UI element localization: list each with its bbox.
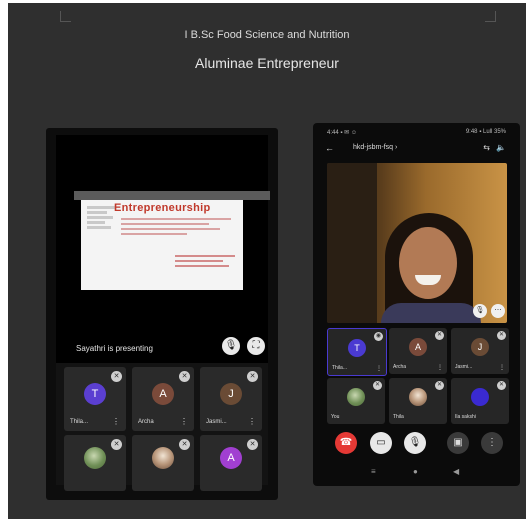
participant-name: Thila... [332,365,348,371]
nav-back-icon[interactable]: ◀ [453,467,459,476]
switch-camera-icon[interactable]: ⇆ [483,143,490,152]
avatar [409,388,427,406]
more-options-icon[interactable]: ⋮ [112,417,120,426]
presenting-label: Sayathri is presenting [76,344,153,353]
participant-name: Jasmi... [455,364,473,370]
participant-tile[interactable]: ✕ T Thila... ⋮ [64,367,126,431]
participant-tile[interactable]: ✕ A [200,435,262,491]
more-options-icon[interactable]: ⋮ [499,364,505,371]
mic-off-icon: ✕ [247,371,258,382]
mic-off-icon: ✕ [247,439,258,450]
mic-off-icon: ✕ [435,381,444,390]
speaker-icon[interactable]: 🔈 [496,143,506,152]
corner-mark [485,11,496,22]
avatar: A [220,447,242,469]
corner-mark [60,11,71,22]
mic-off-icon: ✕ [111,371,122,382]
more-options-icon[interactable]: ⋮ [248,417,256,426]
nav-home-icon[interactable]: ● [413,467,418,476]
mic-toggle-button[interactable]: 🎙 [404,432,426,454]
self-camera-feed: 🎙 ⋯ [327,163,507,323]
avatar [152,447,174,469]
more-options-icon[interactable]: ⋮ [180,417,188,426]
fullscreen-icon[interactable]: ⛶ [247,337,265,355]
participant-name: Jasmi... [206,419,227,425]
phone-camera-view: 4:44 ▪ ✉ ☺ 9:48 ▪ Lull 35% ← hkd-jsbm-fs… [313,123,520,486]
participant-name: Thila... [70,419,89,425]
shared-slide-heading: Entrepreneurship [114,202,211,214]
person-face [399,227,457,299]
participant-tile[interactable]: ✕ [132,435,194,491]
participant-tile[interactable]: ✕ J Jasmi... ⋮ [451,328,509,374]
slide-word-cloud [121,218,231,258]
participant-tile[interactable]: ✕ Thila [389,378,447,424]
avatar: A [409,338,427,356]
phone-presentation-view: Entrepreneurship Sayathri is presenting … [46,128,278,500]
meeting-header: ← hkd-jsbm-fsq › ⇆ 🔈 [313,141,520,157]
slide-note-text [175,255,235,270]
mic-off-icon: ✕ [373,381,382,390]
presentation-stage: Entrepreneurship Sayathri is presenting … [56,135,270,363]
mic-off-icon: ✕ [179,439,190,450]
participant-name: Archa [393,364,407,370]
avatar [84,447,106,469]
avatar: A [152,383,174,405]
slide-title: Aluminae Entrepreneur [195,55,339,71]
participant-tile[interactable]: ✕ A Archa ⋮ [389,328,447,374]
participant-tile[interactable]: ✕ You [327,378,385,424]
presentation-slide: I B.Sc Food Science and Nutrition Alumin… [8,3,526,519]
mic-icon[interactable]: 🎙 [222,337,240,355]
more-icon[interactable]: ⋯ [491,304,505,318]
participant-tile[interactable]: ✕ A Archa ⋮ [132,367,194,431]
participant-tile[interactable]: ✕ [64,435,126,491]
more-options-icon[interactable]: ⋮ [376,365,382,372]
more-options-icon[interactable]: ⋮ [437,364,443,371]
participant-name: You [331,414,340,420]
camera-toggle-button[interactable]: ▭ [370,432,392,454]
mic-off-icon: ✕ [435,331,444,340]
course-title: I B.Sc Food Science and Nutrition [184,29,350,41]
participant-name: Ila sakshi [455,414,476,420]
status-bar-right: 9:48 ▪ Lull 35% [465,129,506,135]
mic-on-icon: ◉ [374,332,383,341]
avatar [347,388,365,406]
avatar [471,388,489,406]
participant-name: Archa [138,419,154,425]
mic-icon[interactable]: 🎙 [473,304,487,318]
word-cloud-graphic [87,206,117,238]
avatar: J [220,383,242,405]
mic-off-icon: ✕ [179,371,190,382]
status-bar-left: 4:44 ▪ ✉ ☺ [327,130,357,136]
background-door [327,163,377,323]
back-arrow-icon[interactable]: ← [325,143,334,153]
shared-slide: Entrepreneurship [81,200,243,290]
participant-tile[interactable]: ◉ T Thila... ⋮ [327,328,387,376]
meeting-code[interactable]: hkd-jsbm-fsq › [353,144,397,151]
more-options-button[interactable]: ⋮ [481,432,503,454]
participant-name: Thila [393,414,404,420]
participant-tile[interactable]: ✕ J Jasmi... ⋮ [200,367,262,431]
mic-off-icon: ✕ [111,439,122,450]
participant-tile[interactable]: ✕ Ila sakshi [451,378,509,424]
avatar: T [84,383,106,405]
mic-off-icon: ✕ [497,381,506,390]
nav-menu-icon[interactable]: ≡ [371,467,376,476]
person-shirt [381,303,481,323]
present-button[interactable]: ▣ [447,432,469,454]
shared-window-titlebar [74,191,270,200]
mic-off-icon: ✕ [497,331,506,340]
end-call-button[interactable]: ☎ [335,432,357,454]
avatar: T [348,339,366,357]
avatar: J [471,338,489,356]
